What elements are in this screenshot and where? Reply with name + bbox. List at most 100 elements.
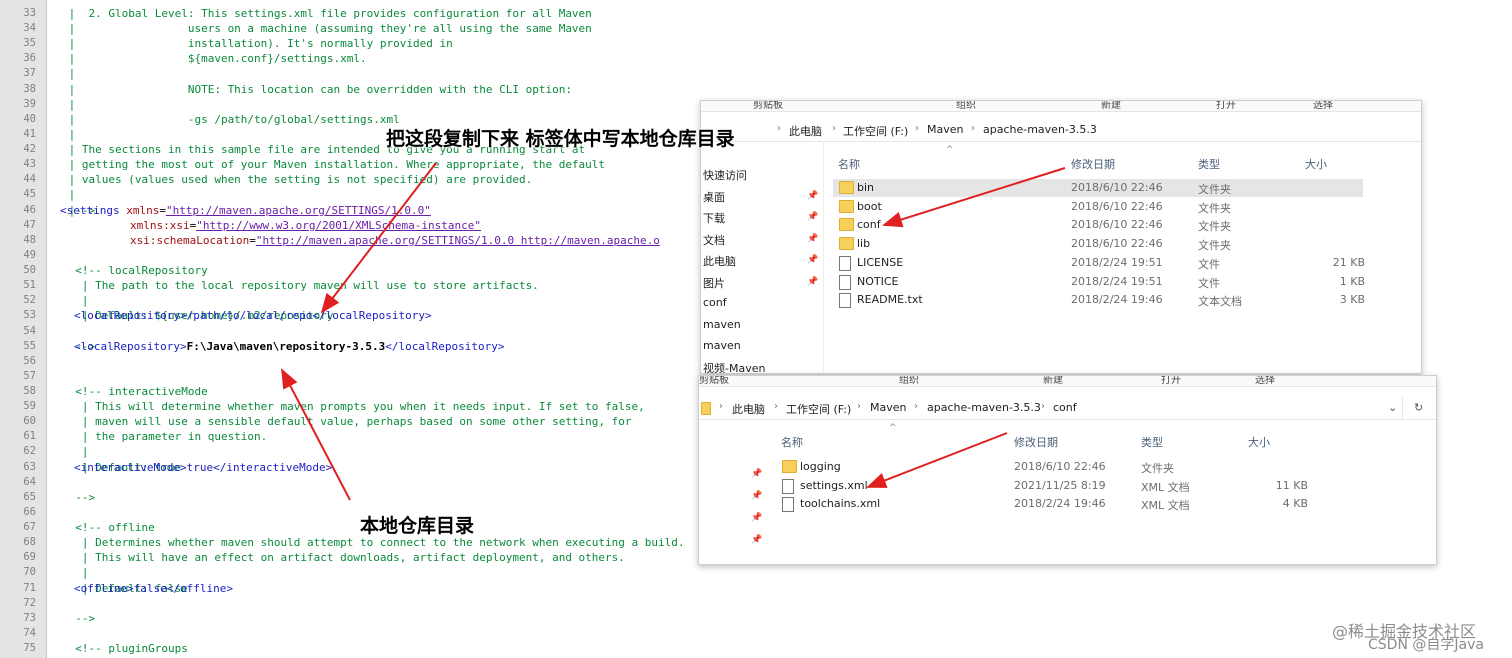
nav-maven[interactable]: maven <box>703 318 741 331</box>
column-name[interactable]: 名称 <box>781 434 803 450</box>
ribbon-organize[interactable]: 组织 <box>899 376 919 386</box>
file-row[interactable]: boot 2018/6/10 22:46 文件夹 <box>833 198 1363 216</box>
file-row[interactable]: lib 2018/6/10 22:46 文件夹 <box>833 235 1363 253</box>
breadcrumb-drive-f[interactable]: 工作空间 (F:) <box>843 123 908 139</box>
column-size[interactable]: 大小 <box>1248 434 1270 450</box>
ribbon-open[interactable]: 打开 <box>1161 376 1181 386</box>
nav-documents[interactable]: 文档 <box>703 232 725 248</box>
address-bar[interactable]: › 此电脑 › 工作空间 (F:) › Maven › apache-maven… <box>699 397 1436 420</box>
breadcrumb-conf[interactable]: conf <box>1053 401 1077 414</box>
ribbon-clipboard[interactable]: 剪贴板 <box>753 101 783 111</box>
file-row[interactable]: logging 2018/6/10 22:46 文件夹 <box>776 458 1306 476</box>
ribbon-select[interactable]: 选择 <box>1255 376 1275 386</box>
column-size[interactable]: 大小 <box>1305 156 1327 172</box>
breadcrumb-apache-maven[interactable]: apache-maven-3.5.3 <box>983 123 1097 136</box>
file-size: 1 KB <box>1339 274 1365 288</box>
file-type: 文件夹 <box>1198 220 1231 234</box>
xmlns-attr: xmlns <box>126 204 160 217</box>
nav-maven-2[interactable]: maven <box>703 339 741 352</box>
file-date: 2018/2/24 19:51 <box>1071 255 1163 269</box>
code-line: | values (values used when the setting i… <box>62 173 533 187</box>
pin-icon: 📌 <box>751 513 763 523</box>
address-bar[interactable]: › 此电脑 › 工作空间 (F:) › Maven › apache-maven… <box>701 119 1421 142</box>
folder-icon <box>839 199 854 213</box>
pin-icon: 📌 <box>807 191 819 201</box>
line-number: 74 <box>23 626 36 639</box>
nav-pictures[interactable]: 图片 <box>703 275 725 291</box>
breadcrumb-apache-maven[interactable]: apache-maven-3.5.3 <box>927 401 1041 414</box>
line-number: 41 <box>23 127 36 140</box>
line-number: 34 <box>23 22 36 35</box>
local-repo-line[interactable]: <localRepository>F:\Java\maven\repositor… <box>74 339 505 354</box>
folder-icon <box>839 181 854 194</box>
ribbon-clipboard[interactable]: 剪贴板 <box>699 376 729 386</box>
code-line: | NOTE: This location can be overridden … <box>62 82 572 96</box>
explorer-window-conf[interactable]: 剪贴板 组织 新建 打开 选择 › 此电脑 › 工作空间 (F:) › Mave… <box>698 375 1437 565</box>
code-line: | getting the most out of your Maven ins… <box>62 158 606 172</box>
code-line: <!-- interactiveMode <box>62 385 208 398</box>
file-row[interactable]: conf 2018/6/10 22:46 文件夹 <box>833 216 1363 234</box>
line-number: 47 <box>23 218 36 231</box>
breadcrumb-this-pc[interactable]: 此电脑 <box>732 401 765 417</box>
line-number: 54 <box>23 324 36 337</box>
line-number: 49 <box>23 248 36 261</box>
file-name: lib <box>857 237 871 251</box>
code-line: | -gs /path/to/global/settings.xml <box>62 112 400 126</box>
chevron-down-icon[interactable]: ⌄ <box>1388 401 1397 414</box>
nav-desktop[interactable]: 桌面 <box>703 189 725 205</box>
breadcrumb-this-pc[interactable]: 此电脑 <box>789 123 822 139</box>
divider <box>1402 397 1403 419</box>
nav-quick-access[interactable]: 快速访问 <box>703 167 747 183</box>
file-date: 2018/6/10 22:46 <box>1014 460 1106 473</box>
line-number: 36 <box>23 52 36 65</box>
column-date[interactable]: 修改日期 <box>1014 434 1058 450</box>
ribbon-select[interactable]: 选择 <box>1313 101 1333 111</box>
explorer-window-apache-maven[interactable]: 剪贴板 组织 新建 打开 选择 › 此电脑 › 工作空间 (F:) › Mave… <box>700 100 1422 374</box>
sort-up-icon: ^ <box>889 423 897 433</box>
breadcrumb-maven[interactable]: Maven <box>927 123 963 136</box>
file-type: XML 文档 <box>1141 499 1190 513</box>
nav-video-maven[interactable]: 视频-Maven <box>703 360 765 373</box>
xsi-value: "http://www.w3.org/2001/XMLSchema-instan… <box>196 219 482 232</box>
file-row[interactable]: LICENSE 2018/2/24 19:51 文件 21 KB <box>833 254 1365 272</box>
line-number: 52 <box>23 294 36 307</box>
ribbon-organize[interactable]: 组织 <box>956 101 976 111</box>
line-number: 58 <box>23 385 36 397</box>
breadcrumb-chevron-icon: › <box>777 123 781 134</box>
line-number: 65 <box>23 490 36 503</box>
file-icon <box>839 293 851 309</box>
file-row[interactable]: NOTICE 2018/2/24 19:51 文件 1 KB <box>833 273 1365 291</box>
folder-icon <box>839 237 854 251</box>
pin-icon: 📌 <box>807 234 819 244</box>
ribbon-new[interactable]: 新建 <box>1043 376 1063 386</box>
file-name: LICENSE <box>857 255 904 269</box>
column-name[interactable]: 名称 <box>838 156 860 172</box>
code-line: | <box>62 566 89 580</box>
file-type: 文件夹 <box>1198 239 1231 253</box>
ribbon-open[interactable]: 打开 <box>1216 101 1236 111</box>
column-date[interactable]: 修改日期 <box>1071 156 1115 172</box>
annotation-copy-note: 把这段复制下来 标签体中写本地仓库目录 <box>386 128 735 150</box>
file-row[interactable]: bin 2018/6/10 22:46 文件夹 <box>833 179 1363 197</box>
file-row[interactable]: README.txt 2018/2/24 19:46 文本文档 3 KB <box>833 291 1365 309</box>
nav-downloads[interactable]: 下载 <box>703 210 725 226</box>
column-type[interactable]: 类型 <box>1141 434 1163 450</box>
file-row[interactable]: toolchains.xml 2018/2/24 19:46 XML 文档 4 KB <box>776 495 1308 513</box>
breadcrumb-chevron-icon: › <box>915 123 919 134</box>
file-date: 2018/2/24 19:46 <box>1014 497 1106 511</box>
nav-conf[interactable]: conf <box>703 296 727 309</box>
line-number: 37 <box>23 67 36 80</box>
line-number: 40 <box>23 112 36 125</box>
breadcrumb-drive-f[interactable]: 工作空间 (F:) <box>786 401 851 417</box>
pin-icon: 📌 <box>807 212 819 222</box>
nav-this-pc[interactable]: 此电脑 <box>703 253 736 269</box>
ribbon-new[interactable]: 新建 <box>1101 101 1121 111</box>
file-date: 2018/2/24 19:46 <box>1071 293 1163 307</box>
column-type[interactable]: 类型 <box>1198 156 1220 172</box>
refresh-icon[interactable]: ↻ <box>1414 401 1423 414</box>
line-number: 72 <box>23 596 36 609</box>
pin-icon: 📌 <box>751 491 763 501</box>
breadcrumb-maven[interactable]: Maven <box>870 401 906 414</box>
file-row[interactable]: settings.xml 2021/11/25 8:19 XML 文档 11 KB <box>776 477 1308 495</box>
pin-icon: 📌 <box>807 255 819 265</box>
